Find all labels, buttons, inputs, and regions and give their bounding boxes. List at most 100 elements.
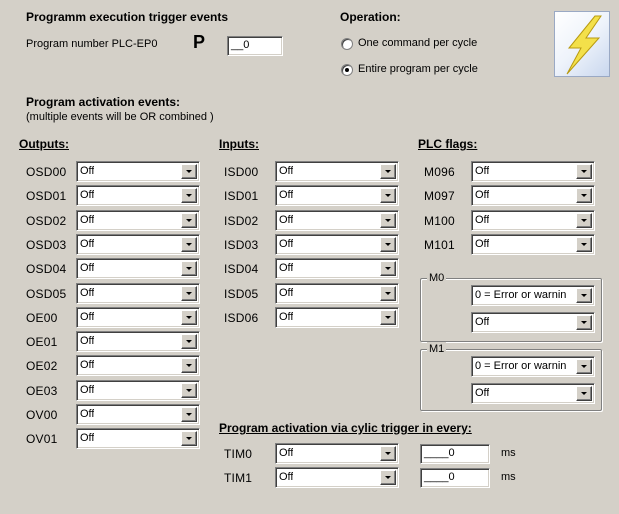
output-oe00-value: Off bbox=[80, 310, 95, 323]
chevron-down-icon[interactable] bbox=[181, 164, 197, 179]
input-isd04-value: Off bbox=[279, 262, 294, 275]
output-osd02-value: Off bbox=[80, 213, 95, 226]
m1-mode-value: 0 = Error or warnin bbox=[475, 360, 567, 372]
input-isd02-label: ISD02 bbox=[224, 213, 259, 228]
flag-m100-select[interactable]: Off bbox=[471, 209, 595, 231]
option-entire-program-label: Entire program per cycle bbox=[358, 63, 478, 75]
flag-m100-value: Off bbox=[475, 213, 490, 226]
chevron-down-icon[interactable] bbox=[380, 164, 396, 179]
input-isd02-select[interactable]: Off bbox=[275, 209, 399, 231]
cyclic-tim0-select[interactable]: Off bbox=[275, 443, 399, 464]
chevron-down-icon[interactable] bbox=[576, 188, 592, 204]
chevron-down-icon[interactable] bbox=[380, 470, 396, 485]
input-isd00-select[interactable]: Off bbox=[275, 161, 399, 182]
m1-mode-select[interactable]: 0 = Error or warnin bbox=[471, 356, 595, 377]
output-osd00-select[interactable]: Off bbox=[76, 161, 200, 182]
chevron-down-icon[interactable] bbox=[576, 386, 592, 401]
flag-m101-value: Off bbox=[475, 237, 490, 250]
output-ov01-label: OV01 bbox=[26, 432, 58, 447]
chevron-down-icon[interactable] bbox=[181, 236, 197, 252]
chevron-down-icon[interactable] bbox=[181, 407, 197, 422]
m0-mode-value: 0 = Error or warnin bbox=[475, 289, 567, 301]
chevron-down-icon[interactable] bbox=[181, 358, 197, 374]
input-isd04-label: ISD04 bbox=[224, 262, 259, 277]
m0-flag-select[interactable]: Off bbox=[471, 312, 595, 333]
chevron-down-icon[interactable] bbox=[380, 188, 396, 204]
chevron-down-icon[interactable] bbox=[380, 285, 396, 301]
input-isd03-select[interactable]: Off bbox=[275, 233, 399, 255]
chevron-down-icon[interactable] bbox=[576, 288, 592, 303]
output-osd01-select[interactable]: Off bbox=[76, 185, 200, 207]
chevron-down-icon[interactable] bbox=[380, 212, 396, 228]
output-ov01-select[interactable]: Off bbox=[76, 428, 200, 450]
option-one-command-label: One command per cycle bbox=[358, 37, 478, 49]
input-isd06-select[interactable]: Off bbox=[275, 306, 399, 328]
output-oe01-value: Off bbox=[80, 335, 95, 348]
output-osd05-select[interactable]: Off bbox=[76, 282, 200, 304]
output-oe02-select[interactable]: Off bbox=[76, 355, 200, 377]
input-isd01-label: ISD01 bbox=[224, 189, 259, 204]
program-number-input[interactable]: __0 bbox=[227, 36, 283, 56]
m0-mode-select[interactable]: 0 = Error or warnin bbox=[471, 285, 595, 306]
output-oe03-value: Off bbox=[80, 383, 95, 396]
input-isd04-select[interactable]: Off bbox=[275, 258, 399, 280]
cyclic-tim0-unit: ms bbox=[501, 447, 516, 459]
radio-one-command-per-cycle[interactable] bbox=[341, 38, 353, 50]
activation-title: Program activation events: bbox=[26, 95, 181, 109]
output-osd03-label: OSD03 bbox=[26, 237, 67, 252]
cyclic-tim1-select[interactable]: Off bbox=[275, 467, 399, 488]
cyclic-tim1-interval-input[interactable]: ____0 bbox=[420, 468, 490, 488]
radio-entire-program-per-cycle[interactable] bbox=[341, 64, 353, 76]
cyclic-tim1-unit: ms bbox=[501, 471, 516, 483]
section-title-trigger-events: Programm execution trigger events bbox=[26, 10, 229, 24]
flag-m096-label: M096 bbox=[424, 165, 455, 179]
output-osd00-value: Off bbox=[80, 165, 95, 177]
flag-m097-select[interactable]: Off bbox=[471, 185, 595, 207]
chevron-down-icon[interactable] bbox=[181, 431, 197, 447]
output-ov00-select[interactable]: Off bbox=[76, 404, 200, 425]
output-osd04-label: OSD04 bbox=[26, 262, 67, 277]
chevron-down-icon[interactable] bbox=[181, 309, 197, 325]
p-label: P bbox=[193, 32, 206, 52]
chevron-down-icon[interactable] bbox=[181, 188, 197, 204]
chevron-down-icon[interactable] bbox=[576, 164, 592, 179]
output-osd04-select[interactable]: Off bbox=[76, 258, 200, 280]
chevron-down-icon[interactable] bbox=[380, 236, 396, 252]
cyclic-tim0-interval-input[interactable]: ____0 bbox=[420, 444, 490, 464]
output-oe03-select[interactable]: Off bbox=[76, 379, 200, 401]
chevron-down-icon[interactable] bbox=[380, 446, 396, 461]
input-isd01-select[interactable]: Off bbox=[275, 185, 399, 207]
chevron-down-icon[interactable] bbox=[576, 212, 592, 228]
input-isd03-value: Off bbox=[279, 237, 294, 250]
chevron-down-icon[interactable] bbox=[181, 382, 197, 398]
input-isd05-select[interactable]: Off bbox=[275, 282, 399, 304]
flag-m097-label: M097 bbox=[424, 189, 455, 204]
output-oe02-value: Off bbox=[80, 359, 95, 372]
chevron-down-icon[interactable] bbox=[181, 212, 197, 228]
outputs-header: Outputs: bbox=[19, 137, 69, 151]
chevron-down-icon[interactable] bbox=[380, 261, 396, 277]
chevron-down-icon[interactable] bbox=[181, 334, 197, 350]
program-number-label: Program number PLC-EP0 bbox=[26, 38, 158, 50]
output-oe01-select[interactable]: Off bbox=[76, 331, 200, 353]
flag-m101-select[interactable]: Off bbox=[471, 233, 595, 255]
flag-m097-value: Off bbox=[475, 189, 490, 202]
chevron-down-icon[interactable] bbox=[380, 309, 396, 325]
chevron-down-icon[interactable] bbox=[576, 359, 592, 374]
m1-flag-value: Off bbox=[475, 387, 490, 399]
cyclic-tim1-value: Off bbox=[279, 471, 294, 483]
flag-m096-select[interactable]: Off bbox=[471, 161, 595, 182]
output-osd02-label: OSD02 bbox=[26, 213, 67, 228]
cyclic-tim1-label: TIM1 bbox=[224, 471, 253, 485]
chevron-down-icon[interactable] bbox=[576, 315, 592, 330]
output-osd03-select[interactable]: Off bbox=[76, 233, 200, 255]
output-osd02-select[interactable]: Off bbox=[76, 209, 200, 231]
chevron-down-icon[interactable] bbox=[576, 236, 592, 252]
input-isd05-value: Off bbox=[279, 286, 294, 299]
output-oe00-select[interactable]: Off bbox=[76, 306, 200, 328]
chevron-down-icon[interactable] bbox=[181, 285, 197, 301]
chevron-down-icon[interactable] bbox=[181, 261, 197, 277]
m1-flag-select[interactable]: Off bbox=[471, 383, 595, 404]
output-osd04-value: Off bbox=[80, 262, 95, 275]
output-osd05-value: Off bbox=[80, 286, 95, 299]
